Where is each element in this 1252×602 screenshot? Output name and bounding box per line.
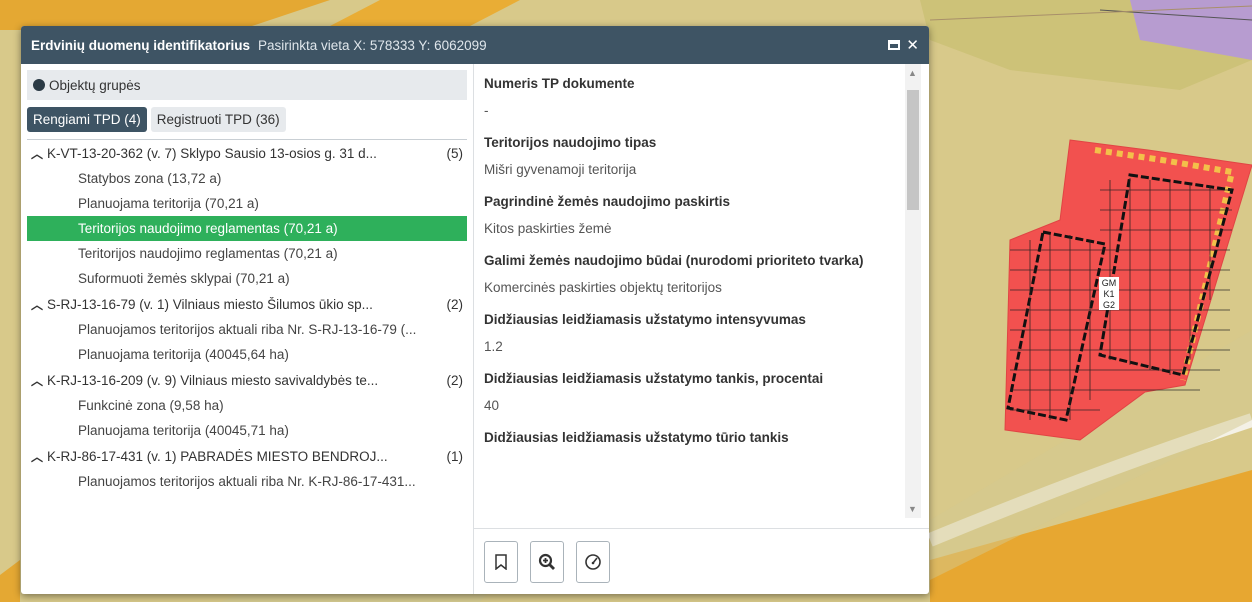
tree-group[interactable]: ︿ K-RJ-13-16-209 (v. 9) Vilniaus miesto …: [27, 367, 467, 393]
circle-icon: [33, 79, 45, 91]
scroll-thumb[interactable]: [907, 90, 919, 210]
field-value: 40: [484, 398, 500, 413]
tree-group[interactable]: ︿ K-RJ-86-17-431 (v. 1) PABRADĖS MIESTO …: [27, 443, 467, 469]
field-label: Didžiausias leidžiamasis užstatymo inten…: [484, 312, 806, 327]
field-value: -: [484, 103, 489, 118]
chevron-up-icon[interactable]: ︿: [31, 448, 47, 465]
measure-button[interactable]: [576, 541, 610, 583]
group-count: (2): [446, 296, 464, 312]
tree-item-selected[interactable]: Teritorijos naudojimo reglamentas (70,21…: [27, 216, 467, 241]
maximize-icon[interactable]: [888, 37, 901, 54]
field-label: Didžiausias leidžiamasis užstatymo tanki…: [484, 371, 824, 386]
field-value: 1.2: [484, 339, 503, 354]
scroll-up-icon[interactable]: ▲: [908, 68, 917, 78]
tree-item[interactable]: Suformuoti žemės sklypai (70,21 a): [27, 266, 467, 291]
group-label: K-VT-13-20-362 (v. 7) Sklypo Sausio 13-o…: [47, 145, 377, 161]
chevron-up-icon[interactable]: ︿: [31, 372, 47, 389]
zoom-in-icon: [538, 553, 555, 570]
close-icon[interactable]: ✕: [906, 36, 919, 54]
object-groups-label: Objektų grupės: [49, 77, 141, 93]
object-tree: ︿ K-VT-13-20-362 (v. 7) Sklypo Sausio 13…: [27, 140, 467, 494]
field-label: Didžiausias leidžiamasis užstatymo tūrio…: [484, 430, 789, 445]
group-count: (5): [446, 145, 464, 161]
field-value: [484, 457, 905, 477]
field-label: Galimi žemės naudojimo būdai (nurodomi p…: [484, 253, 864, 268]
dialog-titlebar[interactable]: Erdvinių duomenų identifikatorius Pasiri…: [21, 26, 929, 64]
tree-group[interactable]: ︿ S-RJ-13-16-79 (v. 1) Vilniaus miesto Š…: [27, 291, 467, 317]
field-value: Mišri gyvenamoji teritorija: [484, 162, 637, 177]
field-label: Numeris TP dokumente: [484, 76, 635, 91]
map-label-0: GM: [1102, 278, 1117, 288]
field-label: Pagrindinė žemės naudojimo paskirtis: [484, 194, 731, 209]
map-label-1: K1: [1103, 289, 1114, 299]
zoom-to-button[interactable]: [530, 541, 564, 583]
selected-location: Pasirinkta vieta X: 578333 Y: 6062099: [258, 37, 487, 53]
tree-item[interactable]: Teritorijos naudojimo reglamentas (70,21…: [27, 241, 467, 266]
tree-group[interactable]: ︿ K-VT-13-20-362 (v. 7) Sklypo Sausio 13…: [27, 140, 467, 166]
group-label: K-RJ-86-17-431 (v. 1) PABRADĖS MIESTO BE…: [47, 448, 388, 464]
tree-item[interactable]: Planuojama teritorija (40045,64 ha): [27, 342, 467, 367]
gauge-icon: [585, 554, 601, 570]
identifier-dialog: Erdvinių duomenų identifikatorius Pasiri…: [21, 26, 929, 594]
details-scrollbar[interactable]: ▲ ▼: [905, 64, 921, 518]
attribute-list[interactable]: Numeris TP dokumente - Teritorijos naudo…: [474, 64, 905, 518]
map-label-2: G2: [1103, 300, 1115, 310]
group-count: (1): [446, 448, 464, 464]
tab-rengiami[interactable]: Rengiami TPD (4): [27, 107, 147, 132]
bookmark-button[interactable]: [484, 541, 518, 583]
object-groups-header[interactable]: Objektų grupės: [27, 70, 467, 100]
chevron-up-icon[interactable]: ︿: [31, 296, 47, 313]
scroll-down-icon[interactable]: ▼: [908, 504, 917, 514]
field-label: Teritorijos naudojimo tipas: [484, 135, 657, 150]
action-bar: [474, 528, 929, 594]
tree-item[interactable]: Statybos zona (13,72 a): [27, 166, 467, 191]
field-value: Komercinės paskirties objektų teritorijo…: [484, 280, 722, 295]
dialog-title: Erdvinių duomenų identifikatorius: [31, 37, 251, 53]
group-label: S-RJ-13-16-79 (v. 1) Vilniaus miesto Šil…: [47, 296, 373, 312]
tree-item[interactable]: Funkcinė zona (9,58 ha): [27, 393, 467, 418]
tree-item[interactable]: Planuojamos teritorijos aktuali riba Nr.…: [27, 469, 467, 494]
tree-item[interactable]: Planuojama teritorija (70,21 a): [27, 191, 467, 216]
chevron-up-icon[interactable]: ︿: [31, 145, 47, 162]
group-label: K-RJ-13-16-209 (v. 9) Vilniaus miesto sa…: [47, 372, 379, 388]
tpd-tabs: Rengiami TPD (4) Registruoti TPD (36): [27, 107, 467, 132]
map-zone-labels: GM K1 G2: [1099, 277, 1119, 310]
tree-item[interactable]: Planuojamos teritorijos aktuali riba Nr.…: [27, 317, 467, 342]
tab-registruoti[interactable]: Registruoti TPD (36): [150, 107, 286, 132]
details-panel: Numeris TP dokumente - Teritorijos naudo…: [473, 64, 929, 594]
group-count: (2): [446, 372, 464, 388]
objects-panel: Objektų grupės Rengiami TPD (4) Registru…: [21, 64, 473, 594]
bookmark-icon: [495, 554, 507, 570]
field-value: Kitos paskirties žemė: [484, 221, 612, 236]
tree-item[interactable]: Planuojama teritorija (40045,71 ha): [27, 418, 467, 443]
